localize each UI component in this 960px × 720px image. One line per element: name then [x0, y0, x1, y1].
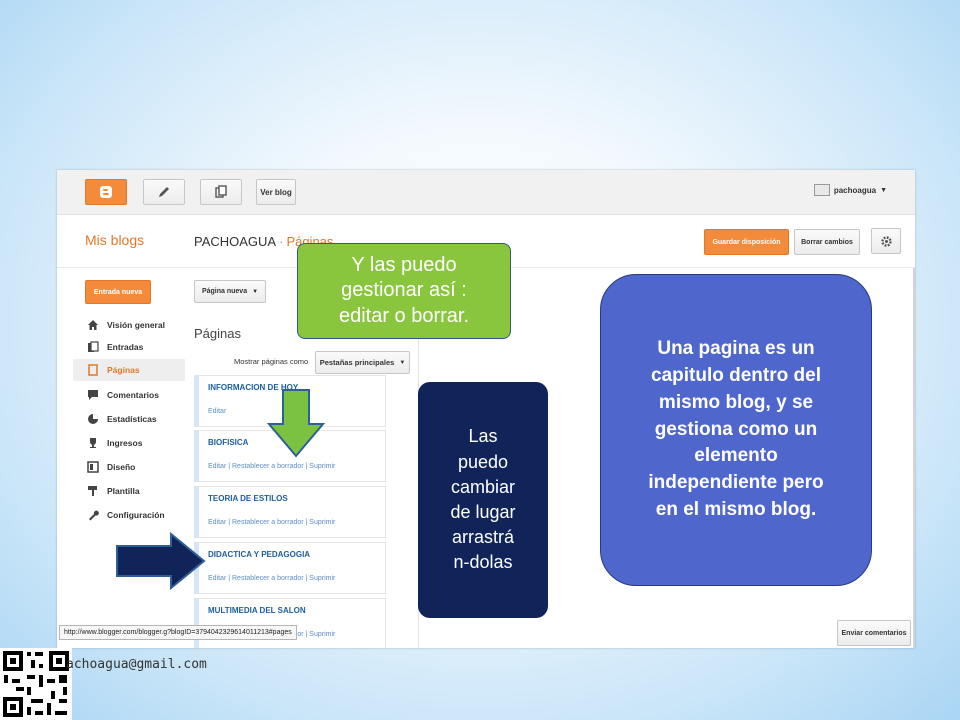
page-row[interactable]: MULTIMEDIA DEL SALON Editar | Restablece… — [194, 598, 386, 648]
gear-icon — [880, 235, 892, 247]
sidebar-item-overview[interactable]: Visión general — [73, 314, 185, 336]
top-toolbar: Ver blog pachoagua ▼ — [57, 170, 915, 215]
page-title-link[interactable]: BIOFISICA — [208, 438, 248, 447]
pages-icon — [87, 364, 99, 376]
send-feedback-button[interactable]: Enviar comentarios — [837, 620, 911, 646]
contact-email: achoagua@gmail.com — [66, 657, 207, 672]
trophy-icon — [87, 437, 99, 449]
pages-list-button[interactable] — [200, 179, 242, 205]
scrollbar[interactable] — [913, 268, 915, 648]
sidebar-item-label: Plantilla — [107, 486, 140, 496]
breadcrumb-separator: · — [279, 234, 284, 249]
pencil-icon — [159, 187, 169, 197]
sidebar-item-label: Diseño — [107, 462, 136, 472]
settings-button[interactable] — [871, 228, 901, 254]
down-arrow-icon — [266, 389, 326, 458]
sidebar-item-label: Entradas — [107, 342, 144, 352]
pages-heading: Páginas — [194, 326, 241, 341]
home-icon — [87, 319, 99, 331]
callout-drag-reorder: Las puedo cambiar de lugar arrastrá n-do… — [418, 382, 548, 618]
username: pachoagua — [833, 185, 877, 195]
save-layout-button[interactable]: Guardar disposición — [704, 229, 789, 255]
view-blog-button[interactable]: Ver blog — [256, 179, 296, 205]
sidebar-item-earnings[interactable]: Ingresos — [73, 432, 185, 454]
show-as-dropdown[interactable]: Pestañas principales ▼ — [315, 351, 410, 374]
pie-chart-icon — [87, 413, 99, 425]
blogger-logo-button[interactable] — [85, 179, 127, 205]
page-title-link[interactable]: DIDACTICA Y PEDAGOGIA — [208, 550, 310, 559]
sidebar-item-label: Visión general — [107, 320, 165, 330]
page-row[interactable]: TEORIA DE ESTILOS Editar | Restablecer a… — [194, 486, 386, 538]
page-title-link[interactable]: TEORIA DE ESTILOS — [208, 494, 288, 503]
user-menu[interactable]: pachoagua ▼ — [813, 184, 887, 196]
callout-text: Y las puedo gestionar así : editar o bor… — [338, 253, 470, 327]
new-page-label: Página nueva — [201, 288, 248, 295]
chevron-down-icon: ▼ — [399, 359, 406, 366]
page-actions[interactable]: Editar | Restablecer a borrador | Suprim… — [208, 463, 335, 470]
documents-icon — [215, 185, 227, 198]
new-post-button[interactable]: Entrada nueva — [85, 280, 151, 304]
sidebar-item-label: Ingresos — [107, 438, 143, 448]
callout-manage-pages: Y las puedo gestionar así : editar o bor… — [297, 243, 511, 339]
my-blogs-link[interactable]: Mis blogs — [85, 232, 144, 248]
sidebar-item-label: Comentarios — [107, 390, 159, 400]
blogger-icon — [100, 186, 112, 198]
layout-icon — [87, 461, 99, 473]
blog-name[interactable]: PACHOAGUA — [194, 234, 276, 249]
chevron-down-icon: ▼ — [252, 288, 259, 295]
page-row[interactable]: DIDACTICA Y PEDAGOGIA Editar | Restablec… — [194, 542, 386, 594]
sidebar-item-posts[interactable]: Entradas — [73, 336, 185, 358]
callout-page-definition: Una pagina es un capitulo dentro del mis… — [600, 274, 872, 586]
show-as-value: Pestañas principales — [319, 358, 395, 367]
qr-code-icon — [0, 648, 72, 720]
new-page-dropdown[interactable]: Página nueva ▼ — [194, 280, 266, 303]
posts-icon — [87, 341, 99, 353]
page-title-link[interactable]: MULTIMEDIA DEL SALON — [208, 606, 306, 615]
sidebar-item-settings[interactable]: Configuración — [73, 504, 185, 526]
avatar — [813, 184, 830, 196]
sidebar-item-label: Configuración — [107, 510, 165, 520]
sidebar-item-template[interactable]: Plantilla — [73, 480, 185, 502]
wrench-icon — [87, 509, 99, 521]
sidebar-item-pages[interactable]: Páginas — [73, 359, 185, 381]
page-actions[interactable]: Editar | Restablecer a borrador | Suprim… — [208, 519, 335, 526]
sidebar-item-label: Estadísticas — [107, 414, 157, 424]
status-bar-url: http://www.blogger.com/blogger.g?blogID=… — [59, 625, 297, 640]
sidebar-item-stats[interactable]: Estadísticas — [73, 408, 185, 430]
new-post-pencil-button[interactable] — [143, 179, 185, 205]
sidebar-item-label: Páginas — [107, 365, 140, 375]
sidebar-item-comments[interactable]: Comentarios — [73, 384, 185, 406]
page-actions[interactable]: Editar — [208, 408, 226, 415]
right-arrow-icon — [116, 532, 206, 590]
comment-icon — [87, 389, 99, 401]
discard-changes-button[interactable]: Borrar cambios — [794, 229, 860, 255]
show-pages-as-label: Mostrar páginas como — [234, 357, 309, 366]
page-actions[interactable]: Editar | Restablecer a borrador | Suprim… — [208, 575, 335, 582]
caret-down-icon: ▼ — [880, 186, 887, 194]
callout-text: Las puedo cambiar de lugar arrastrá n-do… — [450, 426, 516, 573]
sidebar-item-layout[interactable]: Diseño — [73, 456, 185, 478]
paint-roller-icon — [87, 485, 99, 497]
callout-text: Una pagina es un capitulo dentro del mis… — [648, 337, 824, 521]
